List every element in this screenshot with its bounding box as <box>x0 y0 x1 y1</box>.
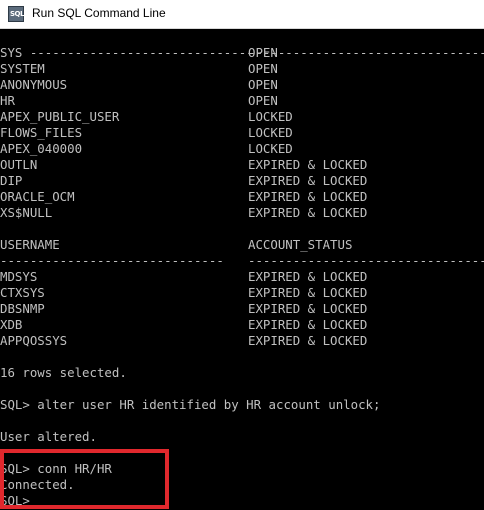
table-row: APEX_PUBLIC_USER LOCKED <box>0 109 293 124</box>
table-row: XS$NULL EXPIRED & LOCKED <box>0 205 368 220</box>
table-row: ANONYMOUS OPEN <box>0 77 278 92</box>
console-output[interactable]: ------------------------------ ----------… <box>0 29 484 510</box>
table-row: SYSTEM OPEN <box>0 61 278 76</box>
table-row: OUTLN EXPIRED & LOCKED <box>0 157 368 172</box>
user-altered-message: User altered. <box>0 429 97 444</box>
table-row: SYS OPEN <box>0 45 278 60</box>
table-row: XDB EXPIRED & LOCKED <box>0 317 368 332</box>
column-header-row: USERNAME ACCOUNT_STATUS <box>0 237 353 252</box>
table-row: DIP EXPIRED & LOCKED <box>0 173 368 188</box>
rows-selected-message: 16 rows selected. <box>0 365 127 380</box>
title-bar[interactable]: SQL Run SQL Command Line <box>0 0 484 29</box>
table-row: APPQOSSYS EXPIRED & LOCKED <box>0 333 368 348</box>
window-title: Run SQL Command Line <box>32 6 166 20</box>
sql-app-icon: SQL <box>8 6 24 22</box>
table-row: APEX_040000 LOCKED <box>0 141 293 156</box>
table-row: CTXSYS EXPIRED & LOCKED <box>0 285 368 300</box>
table-row: FLOWS_FILES LOCKED <box>0 125 293 140</box>
table-row: ORACLE_OCM EXPIRED & LOCKED <box>0 189 368 204</box>
alter-user-command: SQL> alter user HR identified by HR acco… <box>0 397 381 412</box>
table-row: MDSYS EXPIRED & LOCKED <box>0 269 368 284</box>
table-row: HR OPEN <box>0 93 278 108</box>
table-row: DBSNMP EXPIRED & LOCKED <box>0 301 368 316</box>
separator-line: ------------------------------ ----------… <box>0 253 484 268</box>
separator-line: ------------------------------ ----------… <box>29 45 484 60</box>
highlight-annotation-box <box>0 449 169 509</box>
